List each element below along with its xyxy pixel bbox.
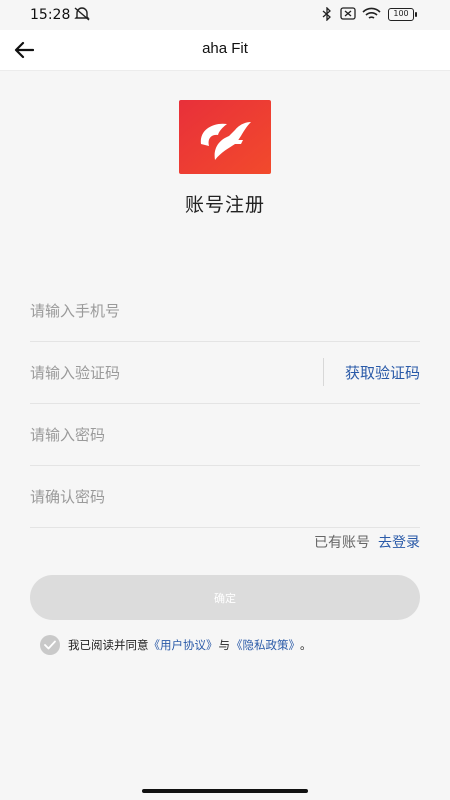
password-field: [30, 404, 420, 466]
app-bar: aha Fit: [0, 30, 450, 71]
code-field: 获取验证码: [30, 342, 420, 404]
confirm-button[interactable]: 确定: [30, 575, 420, 620]
get-code-button[interactable]: 获取验证码: [345, 362, 420, 383]
mute-icon: [74, 7, 90, 26]
agreement-prefix: 我已阅读并同意: [68, 638, 149, 652]
agreement-row: 我已阅读并同意 《用户协议》 与 《隐私政策》 。: [40, 634, 312, 656]
login-prompt: 已有账号 去登录: [314, 532, 420, 552]
wifi-icon: [362, 7, 381, 26]
phone-input[interactable]: [30, 280, 420, 341]
confirm-password-field: [30, 466, 420, 528]
privacy-policy-link[interactable]: 《隐私政策》: [231, 637, 300, 653]
agreement-checkbox[interactable]: [40, 635, 60, 655]
status-bar: 15:28 100: [0, 0, 450, 30]
phone-field: [30, 280, 420, 342]
check-icon: [44, 640, 56, 650]
divider: [323, 358, 324, 386]
page-title: 账号注册: [184, 194, 265, 216]
app-title: aha Fit: [202, 40, 248, 57]
confirm-password-input[interactable]: [30, 466, 420, 527]
go-login-link[interactable]: 去登录: [378, 535, 420, 551]
status-time: 15:28: [30, 7, 71, 23]
home-indicator: [142, 789, 308, 793]
login-prompt-text: 已有账号: [314, 535, 370, 551]
app-logo: [179, 100, 271, 174]
code-input[interactable]: [30, 342, 310, 403]
user-agreement-link[interactable]: 《用户协议》: [149, 637, 218, 653]
agreement-suffix: 。: [300, 638, 312, 652]
sim-off-icon: [340, 7, 356, 25]
bluetooth-icon: [322, 6, 332, 26]
agreement-and: 与: [218, 638, 231, 652]
password-input[interactable]: [30, 404, 420, 465]
battery-icon: 100: [388, 8, 417, 21]
